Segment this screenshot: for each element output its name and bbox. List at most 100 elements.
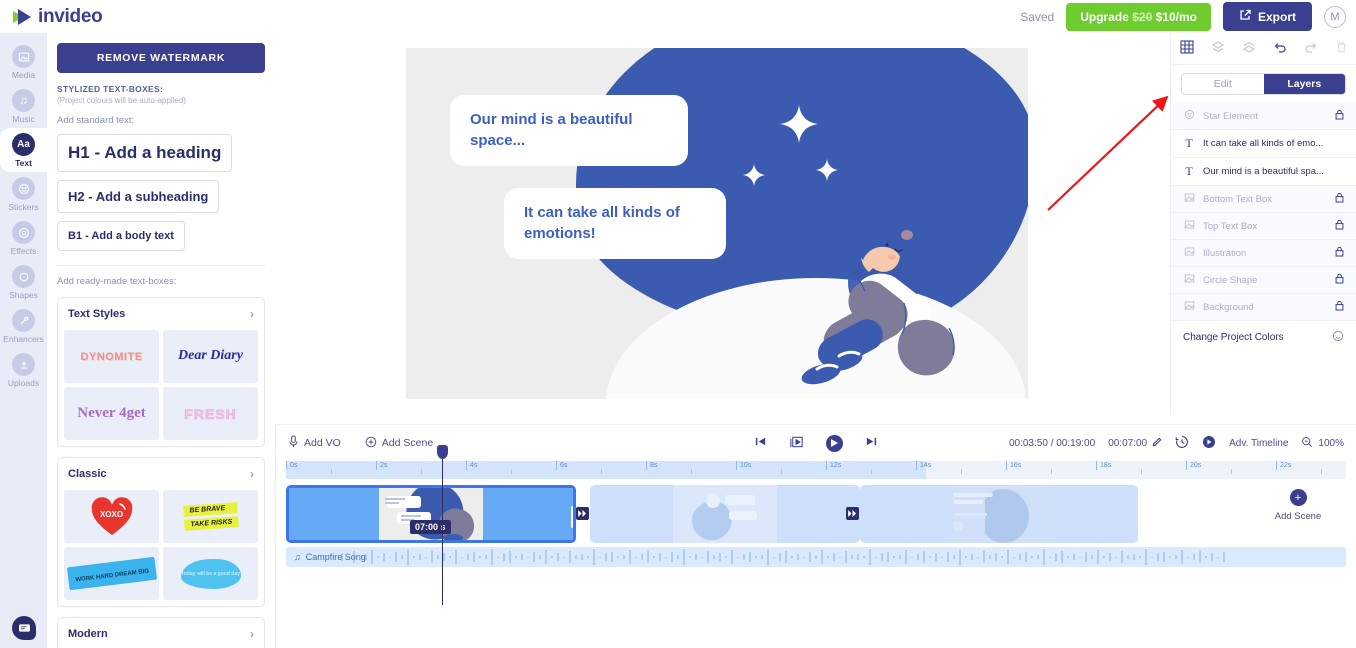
section-modern: Modern › bbox=[57, 617, 265, 648]
playhead[interactable] bbox=[437, 445, 448, 605]
clip-resize-handle-right[interactable] bbox=[571, 506, 573, 528]
ready-made-label: Add ready-made text-boxes: bbox=[57, 276, 177, 287]
layer-label: Top Text Box bbox=[1203, 220, 1258, 232]
timeline-ruler[interactable]: 0s 2s 4s 6s 8s 10s 12s 14s 16s 18s 20s 2… bbox=[286, 461, 1346, 479]
text-style-thumb[interactable]: Dear Diary bbox=[163, 330, 258, 383]
layer-label: Star Element bbox=[1203, 110, 1258, 122]
bring-forward-icon[interactable] bbox=[1211, 40, 1225, 57]
playback-controls bbox=[754, 434, 878, 452]
layer-row[interactable]: T It can take all kinds of emo... bbox=[1171, 130, 1356, 158]
sidebar-item-effects[interactable]: Effects bbox=[0, 216, 47, 260]
clock-history-icon[interactable] bbox=[1175, 435, 1189, 452]
audio-waveform bbox=[341, 549, 1225, 565]
playhead-knob[interactable] bbox=[437, 445, 448, 459]
scene-clip-selected[interactable] bbox=[286, 485, 576, 543]
layer-row[interactable]: Illustration bbox=[1171, 240, 1356, 267]
lock-icon[interactable] bbox=[1335, 300, 1344, 314]
sidebar-item-music[interactable]: ♫ Music bbox=[0, 84, 47, 128]
grid-icon[interactable] bbox=[1179, 40, 1194, 57]
sidebar-item-text[interactable]: Aa Text bbox=[0, 128, 47, 172]
bottom-text-box-layer[interactable]: It can take all kinds of emotions! bbox=[504, 188, 726, 260]
chevron-right-icon[interactable]: › bbox=[250, 627, 254, 641]
section-classic-header[interactable]: Classic › bbox=[58, 458, 264, 490]
add-b1-button[interactable]: B1 - Add a body text bbox=[57, 221, 185, 251]
undo-icon[interactable] bbox=[1273, 40, 1287, 57]
skip-end-icon[interactable] bbox=[865, 435, 878, 451]
layer-row[interactable]: Star Element bbox=[1171, 103, 1356, 130]
tab-layers[interactable]: Layers bbox=[1263, 74, 1345, 94]
redo-icon[interactable] bbox=[1304, 40, 1318, 57]
ruler-tick-minor bbox=[1141, 469, 1145, 474]
send-backward-icon[interactable] bbox=[1242, 40, 1256, 57]
trash-icon[interactable] bbox=[1335, 41, 1348, 57]
lock-icon[interactable] bbox=[1335, 246, 1344, 260]
classic-thumb[interactable]: XOXO bbox=[64, 490, 159, 543]
upgrade-button[interactable]: Upgrade $20 $10/mo bbox=[1066, 2, 1211, 31]
scene-clip[interactable] bbox=[860, 485, 1138, 543]
lock-icon[interactable] bbox=[1335, 109, 1344, 123]
tab-edit[interactable]: Edit bbox=[1182, 74, 1264, 94]
add-h2-button[interactable]: H2 - Add a subheading bbox=[57, 180, 220, 213]
music-note-icon: ♫ bbox=[12, 89, 35, 112]
sidebar-item-enhancers[interactable]: Enhancers bbox=[0, 304, 47, 348]
zoom-control[interactable]: 100% bbox=[1301, 436, 1344, 451]
app-logo[interactable]: invideo bbox=[12, 6, 103, 28]
layer-row[interactable]: T Our mind is a beautiful spa... bbox=[1171, 158, 1356, 186]
classic-thumb[interactable]: BE BRAVE TAKE RISKS bbox=[163, 490, 258, 543]
text-style-thumb[interactable]: DYNOMITE bbox=[64, 330, 159, 383]
scene-clip[interactable] bbox=[590, 485, 860, 543]
scene-duration-field[interactable]: 00:07:00 bbox=[1108, 437, 1162, 450]
top-text-box-layer[interactable]: Our mind is a beautiful space... bbox=[450, 95, 688, 167]
layer-row[interactable]: Circle Shape bbox=[1171, 267, 1356, 294]
text-style-thumb[interactable]: Never 4get bbox=[64, 387, 159, 440]
ruler-tick-minor bbox=[871, 469, 875, 474]
layer-row[interactable]: Background bbox=[1171, 294, 1356, 321]
audio-track[interactable]: ♫ Campfire Song bbox=[286, 547, 1346, 567]
music-note-icon: ♫ bbox=[294, 552, 301, 562]
transition-marker[interactable] bbox=[576, 507, 589, 520]
circle-icon bbox=[12, 265, 35, 288]
palette-icon[interactable] bbox=[1332, 330, 1344, 345]
chevron-right-icon[interactable]: › bbox=[250, 467, 254, 481]
video-canvas[interactable]: Our mind is a beautiful space... It can … bbox=[406, 48, 1028, 399]
scene-preview-icon[interactable] bbox=[789, 435, 804, 452]
layer-row[interactable]: Top Text Box bbox=[1171, 213, 1356, 240]
text-styles-grid: DYNOMITE Dear Diary Never 4get FRESH bbox=[58, 330, 264, 446]
adv-timeline-button[interactable]: Adv. Timeline bbox=[1229, 438, 1288, 449]
export-button[interactable]: Export bbox=[1222, 2, 1312, 31]
add-vo-button[interactable]: Add VO bbox=[288, 435, 341, 451]
sidebar-item-uploads[interactable]: Uploads bbox=[0, 348, 47, 392]
add-scene-timeline-button[interactable]: + Add Scene bbox=[1262, 489, 1334, 522]
classic-thumb[interactable]: WORK HARD DREAM BIG bbox=[64, 547, 159, 600]
remove-watermark-button[interactable]: REMOVE WATERMARK bbox=[57, 43, 265, 73]
transition-marker[interactable] bbox=[846, 507, 859, 520]
change-project-colors-row[interactable]: Change Project Colors bbox=[1171, 321, 1356, 354]
section-text-styles-header[interactable]: Text Styles › bbox=[58, 298, 264, 330]
chevron-right-icon[interactable]: › bbox=[250, 307, 254, 321]
play-circle-icon[interactable] bbox=[1202, 435, 1216, 452]
lock-icon[interactable] bbox=[1335, 273, 1344, 287]
play-button[interactable] bbox=[826, 434, 843, 452]
zoom-out-icon[interactable] bbox=[1301, 436, 1313, 451]
ruler-tick: 8s bbox=[646, 461, 657, 470]
section-modern-header[interactable]: Modern › bbox=[58, 618, 264, 648]
classic-thumb[interactable]: Today will be a good day bbox=[163, 547, 258, 600]
sidebar-item-stickers[interactable]: Stickers bbox=[0, 172, 47, 216]
layer-row[interactable]: Bottom Text Box bbox=[1171, 186, 1356, 213]
sidebar-item-shapes[interactable]: Shapes bbox=[0, 260, 47, 304]
external-link-icon bbox=[1239, 9, 1251, 24]
lock-icon[interactable] bbox=[1335, 219, 1344, 233]
skip-start-icon[interactable] bbox=[754, 435, 767, 451]
pencil-icon[interactable] bbox=[1152, 437, 1162, 450]
avatar[interactable]: M bbox=[1324, 5, 1346, 28]
add-scene-button[interactable]: Add Scene bbox=[365, 436, 433, 451]
lock-icon[interactable] bbox=[1335, 192, 1344, 206]
text-style-thumb[interactable]: FRESH bbox=[163, 387, 258, 440]
sidebar-item-label: Stickers bbox=[8, 202, 39, 212]
sidebar-item-label: Media bbox=[11, 70, 36, 80]
sidebar-item-media[interactable]: Media bbox=[0, 40, 47, 84]
chat-bubble-icon[interactable] bbox=[12, 616, 36, 640]
thumb-label: WORK HARD DREAM BIG bbox=[74, 568, 149, 584]
add-h1-button[interactable]: H1 - Add a heading bbox=[57, 134, 233, 172]
star-element-icon bbox=[776, 103, 822, 152]
